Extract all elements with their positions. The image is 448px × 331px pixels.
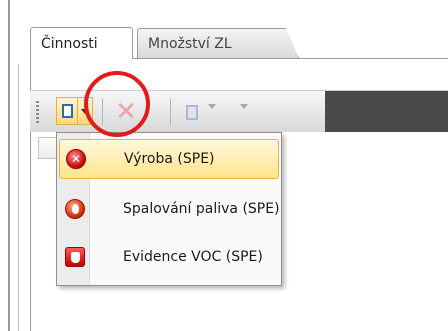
chevron-down-icon: [208, 104, 216, 124]
tab-cinnosti[interactable]: Činnosti: [30, 27, 133, 59]
new-dropdown-menu: ✕ Výroba (SPE) Spalování paliva (SPE) Ev…: [56, 132, 282, 286]
chevron-down-icon: [240, 104, 248, 124]
toolbar-separator: [170, 99, 171, 125]
window-left-border: [0, 0, 19, 331]
menu-item-evidence-voc[interactable]: Evidence VOC (SPE): [59, 237, 279, 277]
toolbar-empty-area: [325, 91, 448, 132]
toolbar-overflow-button[interactable]: [240, 104, 248, 124]
toolbar: ✕: [30, 90, 448, 132]
chevron-down-icon: [81, 108, 89, 114]
menu-item-label: Spalování paliva (SPE): [123, 201, 280, 217]
tab-mnozstvi-zl[interactable]: Množství ZL: [137, 28, 299, 58]
red-hand-icon: [65, 247, 85, 267]
toolbar-separator: [102, 99, 103, 125]
copy-button[interactable]: [180, 99, 204, 125]
copy-icon: [186, 104, 198, 120]
tab-strip: Činnosti Množství ZL: [18, 0, 448, 64]
delete-icon: ✕: [115, 97, 137, 127]
flame-icon: [65, 199, 85, 219]
new-dropdown-button[interactable]: [78, 97, 93, 125]
menu-item-vyroba[interactable]: ✕ Výroba (SPE): [59, 139, 279, 179]
page-icon: [61, 104, 73, 118]
menu-item-spalovani-paliva[interactable]: Spalování paliva (SPE): [59, 189, 280, 229]
tab-cinnosti-label: Činnosti: [41, 35, 98, 52]
menu-item-label: Evidence VOC (SPE): [123, 249, 263, 265]
copy-dropdown-button[interactable]: [208, 104, 216, 124]
toolbar-grip-handle[interactable]: [36, 101, 39, 123]
delete-button[interactable]: ✕: [112, 97, 140, 127]
menu-item-label: Výroba (SPE): [124, 151, 215, 167]
red-x-circle-icon: ✕: [66, 149, 86, 169]
new-button[interactable]: [56, 97, 78, 125]
tab-mnozstvi-zl-label: Množství ZL: [148, 35, 232, 52]
